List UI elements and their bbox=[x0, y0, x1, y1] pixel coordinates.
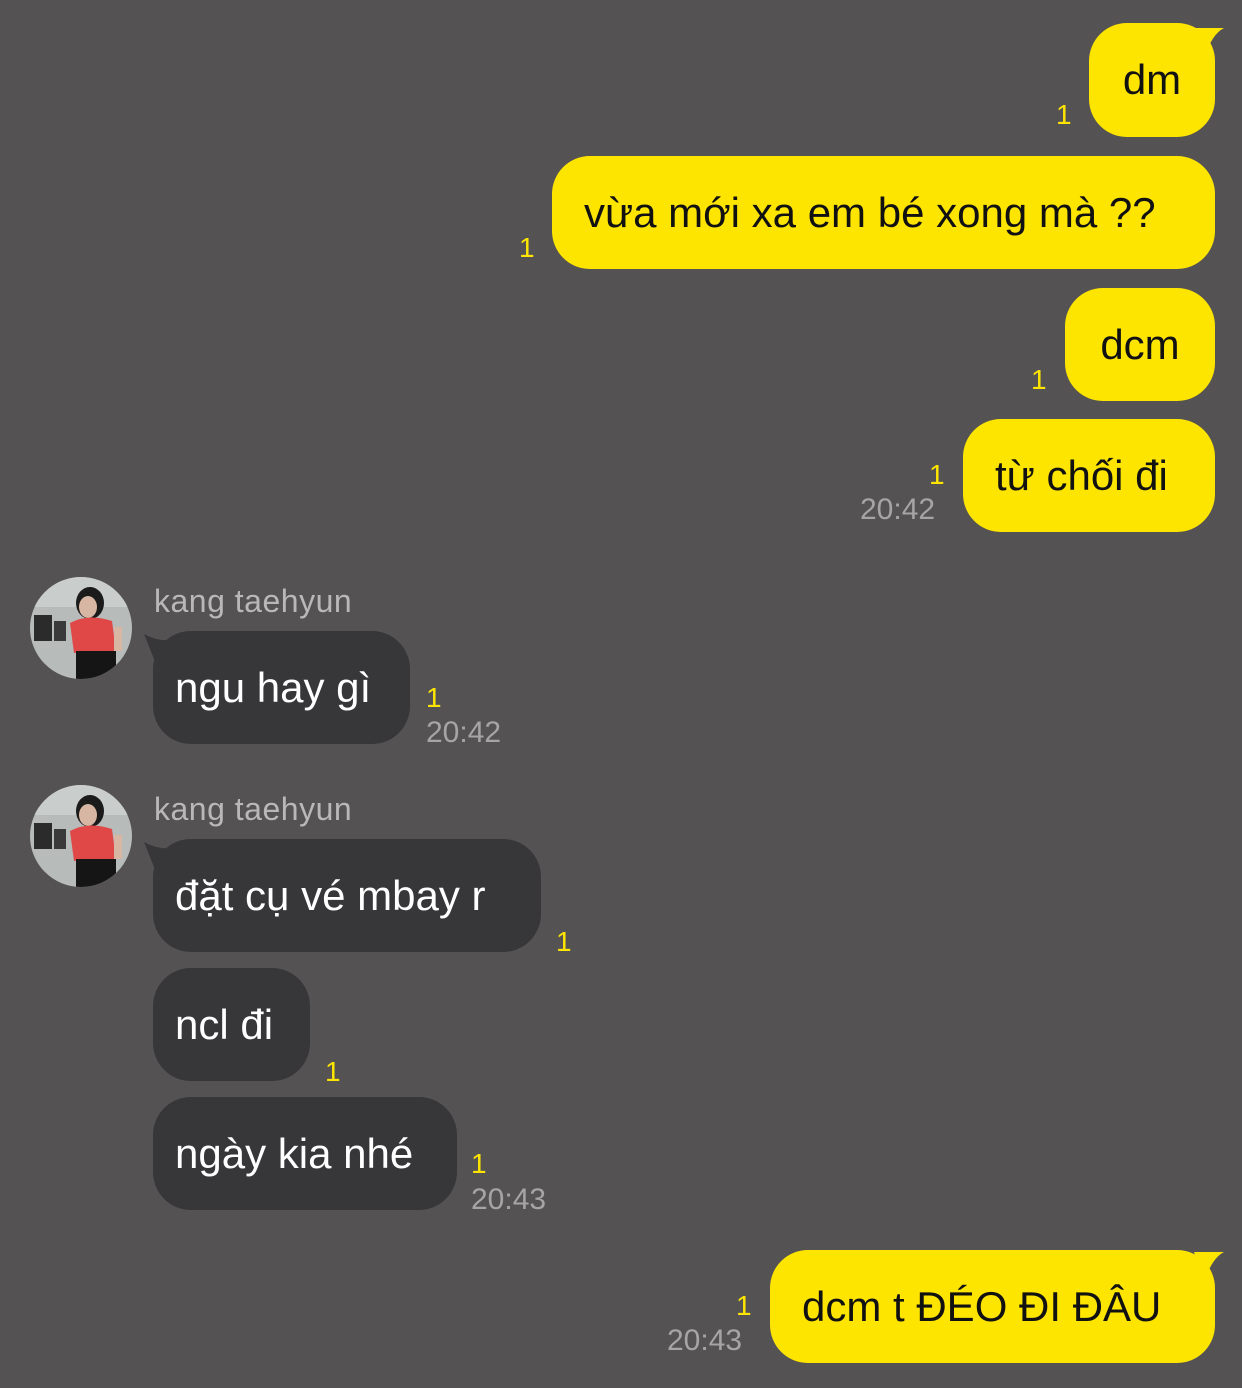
unread-count: 1 bbox=[1056, 99, 1072, 130]
unread-count: 1 bbox=[519, 232, 535, 263]
message-row-outgoing: 1 vừa mới xa em bé xong mà ?? bbox=[0, 150, 1242, 275]
message-timestamp: 20:43 bbox=[667, 1324, 743, 1357]
message-timestamp: 20:43 bbox=[471, 1183, 547, 1216]
message-bubble-outgoing[interactable]: từ chối đi bbox=[963, 419, 1215, 532]
message-row-outgoing: 1 dcm bbox=[0, 282, 1242, 407]
message-row-incoming: kang taehyun đặt cụ vé mbay r 1 bbox=[0, 778, 1242, 958]
message-bubble-outgoing[interactable]: dcm bbox=[1065, 288, 1215, 401]
message-text: từ chối đi bbox=[995, 451, 1168, 499]
message-text: ngu hay gì bbox=[175, 663, 372, 711]
message-bubble-outgoing[interactable]: dcm t ĐÉO ĐI ĐÂU bbox=[770, 1250, 1215, 1363]
bubble-tail bbox=[1194, 1252, 1224, 1282]
message-text: dm bbox=[1122, 56, 1182, 103]
message-timestamp: 20:42 bbox=[860, 493, 936, 526]
chat-message-list[interactable]: 1 dm 1 vừa mới xa em bé xong mà ?? 1 dcm… bbox=[0, 0, 1242, 1388]
message-bubble-incoming[interactable]: ngu hay gì bbox=[153, 631, 410, 744]
message-row-incoming: ngày kia nhé 1 20:43 bbox=[0, 1091, 1242, 1221]
message-row-outgoing: 1 20:42 từ chối đi bbox=[0, 413, 1242, 543]
message-row-incoming: kang taehyun ngu hay gì 1 20:42 bbox=[0, 570, 1242, 750]
message-bubble-incoming[interactable]: ngày kia nhé bbox=[153, 1097, 457, 1210]
unread-count: 1 bbox=[325, 1056, 341, 1087]
message-text: dcm t ĐÉO ĐI ĐÂU bbox=[802, 1282, 1162, 1330]
bubble-tail bbox=[1194, 28, 1224, 58]
avatar[interactable] bbox=[30, 785, 132, 887]
unread-count: 1 bbox=[426, 682, 442, 713]
message-text: dcm bbox=[1100, 320, 1180, 368]
message-row-incoming: ncl đi 1 bbox=[0, 962, 1242, 1087]
unread-count: 1 bbox=[736, 1290, 752, 1321]
message-text: ngày kia nhé bbox=[175, 1129, 414, 1177]
message-bubble-incoming[interactable]: đặt cụ vé mbay r bbox=[153, 839, 541, 952]
message-text: đặt cụ vé mbay r bbox=[175, 871, 486, 919]
message-row-outgoing: 1 dm bbox=[0, 0, 1242, 140]
message-text: vừa mới xa em bé xong mà ?? bbox=[584, 188, 1156, 236]
unread-count: 1 bbox=[471, 1148, 487, 1179]
message-bubble-outgoing[interactable]: vừa mới xa em bé xong mà ?? bbox=[552, 156, 1215, 269]
unread-count: 1 bbox=[1031, 364, 1047, 395]
message-timestamp: 20:42 bbox=[426, 716, 502, 749]
sender-name: kang taehyun bbox=[154, 583, 353, 619]
profile-photo-icon bbox=[30, 577, 132, 679]
message-text: ncl đi bbox=[175, 1000, 274, 1048]
profile-photo-icon bbox=[30, 785, 132, 887]
message-bubble-incoming[interactable]: ncl đi bbox=[153, 968, 310, 1081]
avatar[interactable] bbox=[30, 577, 132, 679]
unread-count: 1 bbox=[556, 926, 572, 957]
unread-count: 1 bbox=[929, 459, 945, 490]
sender-name: kang taehyun bbox=[154, 791, 353, 827]
message-row-outgoing: 1 20:43 dcm t ĐÉO ĐI ĐÂU bbox=[0, 1222, 1242, 1372]
